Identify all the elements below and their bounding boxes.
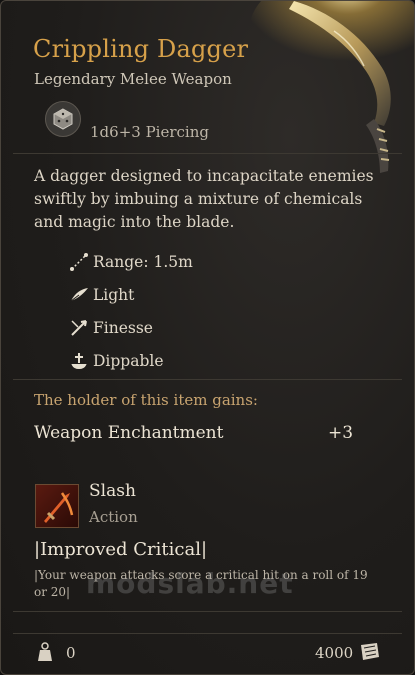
item-tooltip: Crippling Dagger Legendary Melee Weapon … bbox=[0, 0, 415, 675]
dagger-artwork bbox=[249, 1, 414, 173]
property-light: Light bbox=[68, 278, 193, 311]
watermark: modslab.net bbox=[86, 567, 294, 600]
damage-value: 1d6+3 Piercing bbox=[90, 123, 209, 141]
property-label: Finesse bbox=[93, 318, 153, 337]
range-icon bbox=[68, 251, 90, 273]
holder-gains-label: The holder of this item gains: bbox=[34, 391, 258, 409]
passive-title: |Improved Critical| bbox=[34, 539, 208, 560]
item-description: A dagger designed to incapacitate enemie… bbox=[34, 167, 374, 231]
d6-dice-icon bbox=[45, 101, 81, 137]
enchantment-name: Weapon Enchantment bbox=[34, 423, 224, 443]
property-label: Dippable bbox=[93, 351, 164, 370]
property-label: Light bbox=[93, 285, 135, 304]
finesse-icon bbox=[68, 317, 90, 339]
weight-icon bbox=[38, 642, 52, 661]
property-dippable: Dippable bbox=[68, 344, 193, 377]
property-finesse: Finesse bbox=[68, 311, 193, 344]
property-label: Range: 1.5m bbox=[93, 252, 193, 271]
enchantment-value: +3 bbox=[328, 423, 354, 443]
price-value: 4000 bbox=[315, 644, 354, 662]
slash-action-icon[interactable] bbox=[35, 484, 79, 528]
weapon-properties: Range: 1.5m Light Finesse Dippable bbox=[68, 245, 193, 377]
divider bbox=[13, 379, 402, 380]
gold-coins-icon bbox=[361, 643, 379, 660]
divider bbox=[13, 611, 402, 612]
divider bbox=[13, 633, 402, 634]
flask-icon bbox=[68, 350, 90, 372]
weight-value: 0 bbox=[66, 644, 76, 662]
item-rarity-type: Legendary Melee Weapon bbox=[34, 70, 232, 88]
action-type: Action bbox=[89, 508, 138, 526]
property-range: Range: 1.5m bbox=[68, 245, 193, 278]
item-name: Crippling Dagger bbox=[33, 35, 249, 63]
feather-icon bbox=[68, 284, 90, 306]
divider bbox=[13, 153, 402, 154]
action-name: Slash bbox=[89, 481, 136, 501]
